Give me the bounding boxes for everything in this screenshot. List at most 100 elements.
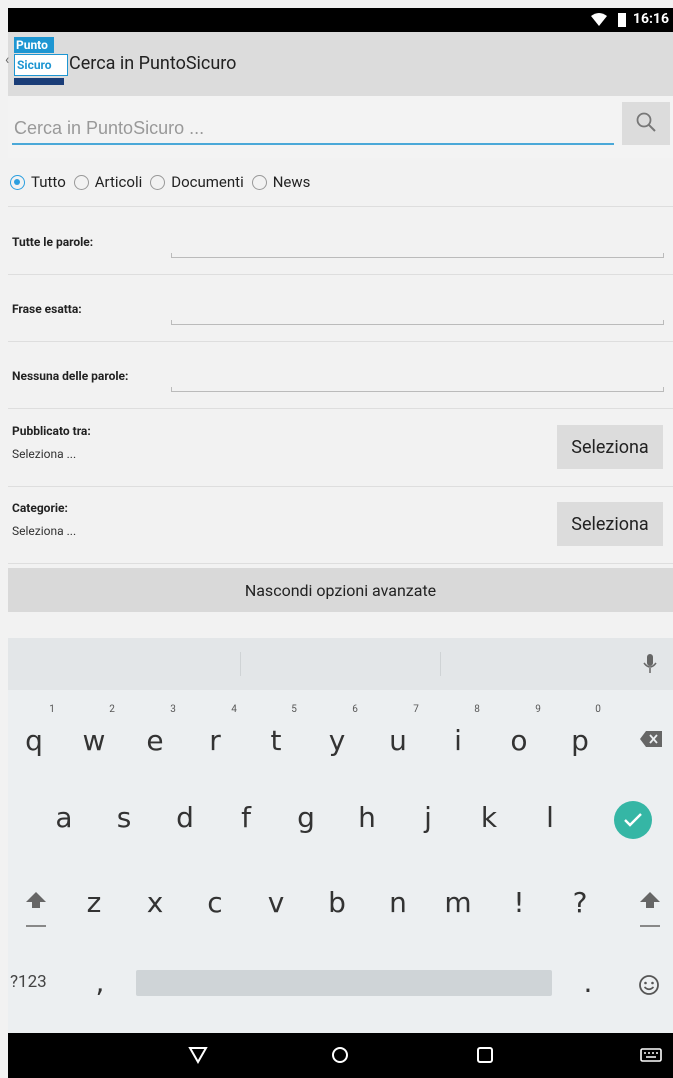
- key-y[interactable]: y: [317, 724, 357, 757]
- status-time: 16:16: [632, 11, 669, 27]
- key-comma[interactable]: ,: [80, 966, 120, 999]
- key-x[interactable]: x: [135, 886, 175, 919]
- key-z[interactable]: z: [74, 886, 114, 919]
- radio-selected-icon: [10, 174, 25, 190]
- radio-label: Articoli: [94, 173, 143, 191]
- hint-1: 1: [49, 704, 55, 715]
- key-l[interactable]: l: [530, 801, 570, 834]
- published-select-button[interactable]: Seleziona: [557, 425, 663, 469]
- categories-select-button[interactable]: Seleziona: [557, 502, 663, 546]
- categories-label: Categorie:: [12, 501, 68, 515]
- key-exclamation[interactable]: !: [499, 886, 539, 919]
- radio-documenti[interactable]: Documenti: [148, 173, 244, 191]
- radio-articoli[interactable]: Articoli: [72, 173, 143, 191]
- app-bar: ‹ Punto Sicuro Cerca in PuntoSicuro: [5, 32, 673, 97]
- published-row: Pubblicato tra: Seleziona ... Seleziona: [8, 410, 673, 487]
- radio-label: News: [272, 173, 311, 191]
- logo-line1: Punto: [14, 37, 54, 53]
- recents-nav-icon[interactable]: [476, 1046, 494, 1064]
- backspace-icon[interactable]: [640, 731, 662, 747]
- enter-button[interactable]: [614, 801, 652, 839]
- key-i[interactable]: i: [438, 724, 478, 757]
- exact-phrase-row: Frase esatta:: [8, 275, 673, 342]
- key-f[interactable]: f: [226, 801, 266, 834]
- all-words-label: Tutte le parole:: [12, 235, 94, 249]
- search-row: [8, 96, 673, 158]
- suggestion-strip: [8, 638, 673, 690]
- key-o[interactable]: o: [499, 724, 539, 757]
- published-value: Seleziona ...: [12, 447, 77, 461]
- hint-7: 7: [413, 704, 419, 715]
- search-button[interactable]: [622, 102, 670, 145]
- all-words-field[interactable]: [171, 253, 664, 258]
- key-t[interactable]: t: [256, 724, 296, 757]
- hint-5: 5: [291, 704, 297, 715]
- hint-2: 2: [109, 704, 115, 715]
- emoji-icon[interactable]: [638, 974, 660, 996]
- key-s[interactable]: s: [104, 801, 144, 834]
- key-period[interactable]: .: [568, 966, 608, 999]
- key-m[interactable]: m: [438, 886, 478, 919]
- radio-icon: [73, 174, 89, 190]
- suggestion-divider: [240, 652, 241, 676]
- radio-label: Documenti: [171, 173, 244, 191]
- key-n[interactable]: n: [378, 886, 418, 919]
- key-p[interactable]: p: [560, 724, 600, 757]
- hint-3: 3: [170, 704, 176, 715]
- keyboard-switch-icon[interactable]: [640, 1048, 662, 1062]
- wifi-icon: [591, 13, 607, 26]
- exact-phrase-field[interactable]: [171, 320, 664, 325]
- key-c[interactable]: c: [195, 886, 235, 919]
- key-w[interactable]: w: [74, 724, 114, 757]
- shift-right-icon[interactable]: [638, 890, 662, 930]
- logo-line2: Sicuro: [14, 54, 68, 76]
- suggestion-divider: [440, 652, 441, 676]
- key-a[interactable]: a: [44, 801, 84, 834]
- back-icon[interactable]: ‹: [5, 52, 9, 68]
- key-h[interactable]: h: [347, 801, 387, 834]
- exact-phrase-label: Frase esatta:: [12, 302, 82, 316]
- key-question[interactable]: ?: [560, 886, 600, 919]
- mic-icon[interactable]: [643, 654, 657, 674]
- space-bar[interactable]: [136, 970, 552, 996]
- page-title: Cerca in PuntoSicuro: [69, 53, 237, 74]
- none-words-field[interactable]: [171, 387, 664, 392]
- key-r[interactable]: r: [195, 724, 235, 757]
- none-words-row: Nessuna delle parole:: [8, 342, 673, 409]
- logo-strip: [14, 78, 64, 85]
- shift-left-icon[interactable]: [24, 890, 48, 930]
- radio-label: Tutto: [31, 173, 66, 191]
- key-g[interactable]: g: [286, 801, 326, 834]
- radio-tutto[interactable]: Tutto: [8, 173, 66, 191]
- none-words-label: Nessuna delle parole:: [12, 369, 129, 383]
- key-d[interactable]: d: [165, 801, 205, 834]
- status-bar: 16:16: [8, 8, 673, 32]
- radio-news[interactable]: News: [250, 173, 311, 191]
- hint-9: 9: [535, 704, 541, 715]
- key-b[interactable]: b: [317, 886, 357, 919]
- categories-value: Seleziona ...: [12, 524, 77, 538]
- all-words-row: Tutte le parole:: [8, 208, 673, 275]
- key-q[interactable]: q: [14, 724, 54, 757]
- hint-8: 8: [474, 704, 480, 715]
- search-input[interactable]: [12, 113, 614, 145]
- app-logo[interactable]: Punto Sicuro: [11, 37, 68, 92]
- key-j[interactable]: j: [408, 801, 448, 834]
- hide-advanced-button[interactable]: Nascondi opzioni avanzate: [8, 568, 673, 612]
- key-e[interactable]: e: [135, 724, 175, 757]
- hint-0: 0: [595, 704, 601, 715]
- key-u[interactable]: u: [378, 724, 418, 757]
- radio-icon: [251, 174, 267, 190]
- battery-icon: [618, 13, 626, 27]
- key-v[interactable]: v: [256, 886, 296, 919]
- symbols-key[interactable]: ?123: [10, 972, 47, 992]
- key-k[interactable]: k: [469, 801, 509, 834]
- hint-4: 4: [231, 704, 237, 715]
- published-label: Pubblicato tra:: [12, 424, 91, 438]
- search-icon: [636, 112, 656, 132]
- back-nav-icon[interactable]: [188, 1046, 208, 1064]
- categories-row: Categorie: Seleziona ... Seleziona: [8, 487, 673, 564]
- keyboard: 1 2 3 4 5 6 7 8 9 0 q w e r t y u i o p …: [8, 638, 673, 1033]
- home-nav-icon[interactable]: [330, 1045, 350, 1065]
- filter-radio-group: Tutto Articoli Documenti News: [8, 158, 673, 207]
